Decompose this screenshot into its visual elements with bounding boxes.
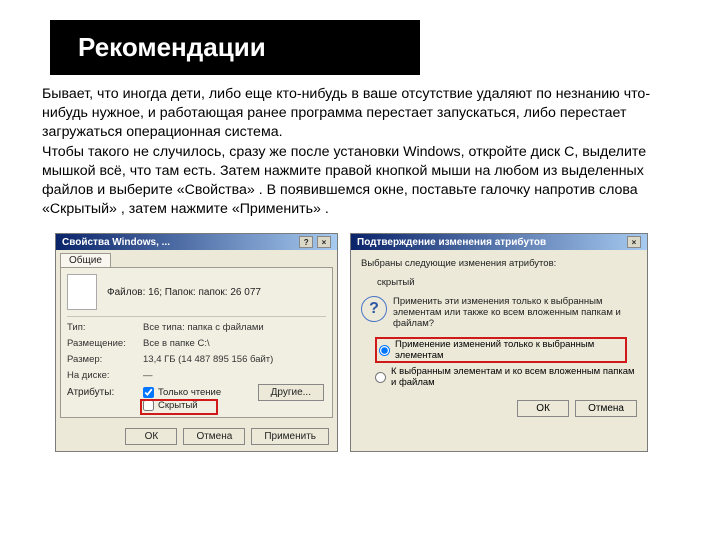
tab-strip: Общие [56, 250, 337, 267]
checkbox-readonly-label: Только чтение [158, 387, 221, 398]
apply-button[interactable]: Применить [251, 428, 329, 445]
slide-title: Рекомендации [50, 20, 420, 75]
screenshot-row: Свойства Windows, ... ? × Общие Файлов: … [0, 219, 720, 452]
label-size: Размер: [67, 354, 137, 365]
radio-only-selected[interactable]: Применение изменений только к выбранным … [379, 339, 623, 361]
tab-general[interactable]: Общие [60, 253, 111, 267]
close-button[interactable]: × [317, 236, 331, 248]
radio-only-selected-input[interactable] [379, 345, 390, 356]
properties-title-text: Свойства Windows, ... [62, 237, 170, 248]
radio-with-children[interactable]: К выбранным элементам и ко всем вложенны… [375, 366, 637, 388]
cancel-button[interactable]: Отмена [183, 428, 245, 445]
confirm-ok-button[interactable]: ОК [517, 400, 569, 417]
value-size: 13,4 ГБ (14 487 895 156 байт) [143, 354, 326, 365]
radio-group: Применение изменений только к выбранным … [375, 337, 637, 388]
other-button[interactable]: Другие... [258, 384, 324, 401]
value-location: Все в папке C:\ [143, 338, 326, 349]
ok-button[interactable]: ОК [125, 428, 177, 445]
confirm-question: ? Применить эти изменения только к выбра… [361, 296, 637, 329]
file-icon [67, 274, 97, 310]
value-size-on-disk: — [143, 370, 326, 381]
checkbox-hidden-input[interactable] [143, 400, 154, 411]
radio-with-children-input[interactable] [375, 372, 386, 383]
properties-titlebar: Свойства Windows, ... ? × [56, 234, 337, 250]
properties-panel: Файлов: 16; Папок: папок: 26 077 Тип: Все… [60, 267, 333, 418]
question-icon: ? [361, 296, 387, 322]
label-attributes: Атрибуты: [67, 387, 137, 398]
label-size-on-disk: На диске: [67, 370, 137, 381]
help-button[interactable]: ? [299, 236, 313, 248]
confirm-titlebar: Подтверждение изменения атрибутов × [351, 234, 647, 250]
value-type: Все типа: папка с файлами [143, 322, 326, 333]
confirm-button-row: ОК Отмена [361, 396, 637, 417]
highlight-only-selected-radio: Применение изменений только к выбранным … [375, 337, 627, 363]
properties-button-row: ОК Отмена Применить [56, 422, 337, 451]
body-paragraph: Бывает, что иногда дети, либо еще кто-ни… [0, 85, 720, 219]
confirm-close-button[interactable]: × [627, 236, 641, 248]
radio-only-selected-label: Применение изменений только к выбранным … [395, 339, 623, 361]
confirm-cancel-button[interactable]: Отмена [575, 400, 637, 417]
checkbox-readonly[interactable]: Только чтение [143, 387, 221, 398]
confirm-lead: Выбраны следующие изменения атрибутов: [361, 258, 637, 269]
properties-dialog: Свойства Windows, ... ? × Общие Файлов: … [55, 233, 338, 452]
confirm-dialog: Подтверждение изменения атрибутов × Выбр… [350, 233, 648, 452]
confirm-question-text: Применить эти изменения только к выбранн… [393, 296, 621, 329]
label-location: Размещение: [67, 338, 137, 349]
label-type: Тип: [67, 322, 137, 333]
file-summary: Файлов: 16; Папок: папок: 26 077 [107, 287, 261, 298]
checkbox-readonly-input[interactable] [143, 387, 154, 398]
confirm-title-text: Подтверждение изменения атрибутов [357, 237, 546, 248]
radio-with-children-label: К выбранным элементам и ко всем вложенны… [391, 366, 637, 388]
checkbox-hidden[interactable]: Скрытый [143, 400, 221, 411]
confirm-attr-list: скрытый [377, 277, 637, 288]
checkbox-hidden-label: Скрытый [158, 400, 198, 411]
window-controls: ? × [298, 236, 331, 248]
